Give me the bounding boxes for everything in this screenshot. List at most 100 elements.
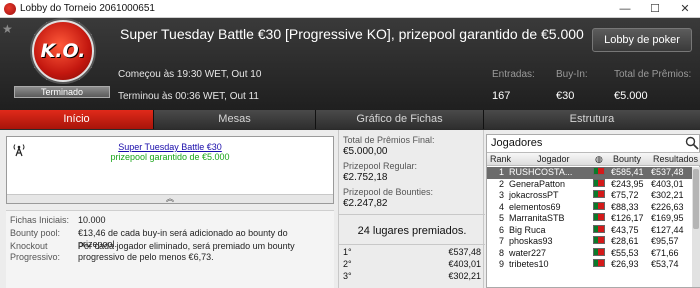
players-panel: Jogadores Rank Jogador ◍ Bounty Resultad…	[486, 134, 700, 288]
tab-grafico-de-fichas[interactable]: Gráfico de Fichas	[316, 110, 484, 129]
final-prize-label: Total de Prêmios Final:	[343, 135, 435, 145]
portugal-flag-icon	[593, 167, 605, 175]
bounty-pool-label: Bounty pool:	[10, 228, 61, 238]
tournament-details: Fichas Iniciais: 10.000 Bounty pool: €13…	[6, 210, 334, 288]
ko-badge: K.O.	[32, 20, 94, 82]
players-title: Jogadores	[491, 137, 543, 149]
status-badge: Terminado	[14, 86, 110, 98]
portugal-flag-icon	[593, 201, 605, 210]
end-time: Terminou às 00:36 WET, Out 11	[118, 91, 259, 102]
player-row[interactable]: 5 MarranitaSTB €126,17 €169,95	[487, 213, 700, 225]
maximize-button[interactable]: ☐	[640, 0, 670, 18]
search-icon[interactable]	[685, 136, 699, 150]
bounty-column-header[interactable]: Bounty	[613, 154, 641, 164]
player-name: Big Ruca	[509, 224, 546, 235]
regular-prizepool-value: €2.752,18	[343, 172, 388, 183]
rank-column-header[interactable]: Rank	[490, 154, 511, 164]
prize-summary-panel: Total de Prêmios Final: €5.000,00 Prizep…	[338, 130, 485, 288]
player-rank: 4	[499, 201, 505, 212]
collapse-chevron-icon[interactable]: ︽	[7, 194, 333, 203]
portugal-flag-icon	[593, 178, 605, 187]
player-result: €403,01	[651, 178, 684, 189]
bounty-prizepool-value: €2.247,82	[343, 198, 388, 209]
start-time: Começou às 19:30 WET, Out 10	[118, 69, 262, 80]
total-prize-label: Total de Prêmios:	[614, 69, 692, 80]
player-bounty: €243,95	[611, 178, 644, 189]
player-rank: 2	[499, 178, 505, 189]
player-result: €537,48	[651, 167, 684, 177]
portugal-flag-icon	[593, 259, 605, 267]
star-icon[interactable]: ★	[2, 22, 13, 36]
entries-label: Entradas:	[492, 69, 535, 80]
tab-inicio[interactable]: Início	[0, 110, 154, 129]
player-result: €53,74	[651, 259, 679, 269]
player-row[interactable]: 8 water227 €55,53 €71,66	[487, 247, 700, 260]
buyin-label: Buy-In:	[556, 69, 588, 80]
players-scrollbar[interactable]	[692, 167, 700, 287]
player-rank: 6	[499, 224, 505, 235]
player-result: €302,21	[651, 190, 684, 200]
tournament-link[interactable]: Super Tuesday Battle €30	[7, 142, 333, 152]
minimize-button[interactable]: —	[610, 0, 640, 18]
player-rank: 5	[499, 213, 505, 223]
player-row[interactable]: 4 elementos69 €88,33 €226,63	[487, 201, 700, 214]
paid-places: 24 lugares premiados.	[357, 225, 467, 237]
player-row[interactable]: 1 RUSHCOSTA... €585,41 €537,48	[487, 167, 700, 179]
portugal-flag-icon	[593, 190, 605, 198]
player-bounty: €28,61	[611, 236, 639, 246]
player-row[interactable]: 6 Big Ruca €43,75 €127,44	[487, 224, 700, 237]
prize-amount: €537,48	[448, 247, 481, 257]
player-row[interactable]: 7 phoskas93 €28,61 €95,57	[487, 236, 700, 248]
bounty-prizepool-label: Prizepool de Bounties:	[343, 187, 434, 197]
portugal-flag-icon	[593, 213, 605, 221]
tournament-info-box: Super Tuesday Battle €30 prizepool garan…	[6, 136, 334, 204]
player-row[interactable]: 9 tribetes10 €26,93 €53,74	[487, 259, 700, 271]
player-name: GeneraPatton	[509, 178, 566, 189]
player-rank: 7	[499, 236, 505, 246]
poker-lobby-button[interactable]: Lobby de poker	[592, 28, 692, 52]
tab-bar: Início Mesas Gráfico de Fichas Estrutura	[0, 110, 700, 129]
player-column-header[interactable]: Jogador	[537, 154, 570, 164]
prize-row: 1° €537,48	[343, 247, 481, 257]
prize-amount: €302,21	[448, 271, 481, 281]
player-bounty: €88,33	[611, 201, 639, 212]
player-bounty: €43,75	[611, 224, 639, 235]
prize-amount: €403,01	[448, 259, 481, 269]
pokerstars-logo-icon	[4, 3, 16, 15]
player-bounty: €585,41	[611, 167, 644, 177]
starting-chips-label: Fichas Iniciais:	[10, 215, 70, 225]
regular-prizepool-label: Prizepool Regular:	[343, 161, 418, 171]
entries-value: 167	[492, 90, 511, 102]
starting-chips-value: 10.000	[78, 215, 106, 225]
scrollbar-thumb[interactable]	[693, 169, 699, 229]
prize-place: 1°	[343, 247, 352, 257]
player-row[interactable]: 3 jokacrossPT €75,72 €302,21	[487, 190, 700, 202]
player-rank: 1	[499, 167, 505, 177]
final-prize-value: €5.000,00	[343, 146, 388, 157]
player-result: €127,44	[651, 224, 684, 235]
globe-icon[interactable]: ◍	[595, 154, 603, 165]
main-content: Super Tuesday Battle €30 prizepool garan…	[0, 130, 700, 288]
results-column-header[interactable]: Resultados	[653, 154, 698, 164]
tab-mesas[interactable]: Mesas	[154, 110, 316, 129]
player-name: water227	[509, 247, 547, 258]
player-bounty: €126,17	[611, 213, 644, 223]
player-row[interactable]: 2 GeneraPatton €243,95 €403,01	[487, 178, 700, 191]
player-result: €226,63	[651, 201, 684, 212]
prize-place: 3°	[343, 271, 352, 281]
player-rank: 8	[499, 247, 505, 258]
player-name: elementos69	[509, 201, 561, 212]
title-bar: Lobby do Torneio 2061000651 — ☐ ✕	[0, 0, 700, 18]
window-title: Lobby do Torneio 2061000651	[20, 3, 155, 14]
tournament-subtitle: prizepool garantido de €5.000	[110, 152, 230, 162]
divider	[339, 244, 485, 245]
portugal-flag-icon	[593, 224, 605, 233]
player-name: jokacrossPT	[509, 190, 559, 200]
close-button[interactable]: ✕	[670, 0, 700, 18]
player-result: €95,57	[651, 236, 679, 246]
divider	[339, 214, 485, 215]
player-result: €71,66	[651, 247, 679, 258]
player-name: tribetes10	[509, 259, 549, 269]
player-name: MarranitaSTB	[509, 213, 565, 223]
tab-estrutura[interactable]: Estrutura	[484, 110, 700, 129]
